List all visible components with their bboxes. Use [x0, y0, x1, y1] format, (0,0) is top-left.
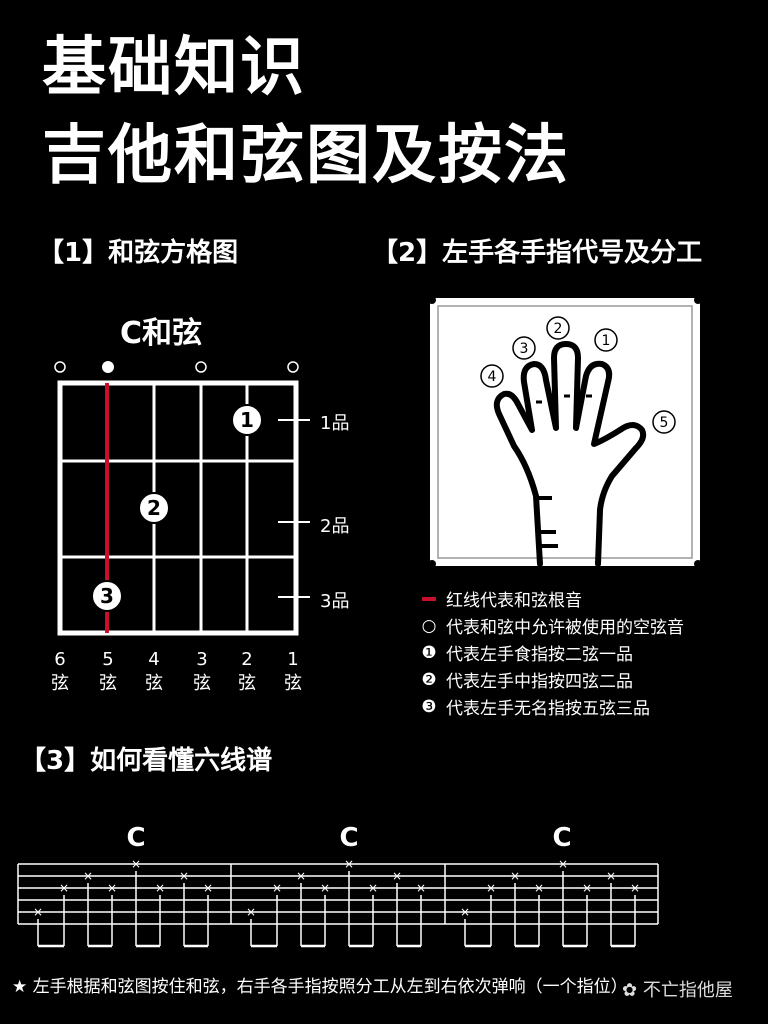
tab-note-mark: × [83, 869, 93, 883]
tab-note-mark: × [392, 869, 402, 883]
string-word-5: 弦 [99, 673, 117, 694]
page-title-line2: 吉他和弦图及按法 [42, 119, 570, 193]
fret-label-1: 1品 [320, 413, 350, 434]
svg-text:5: 5 [660, 415, 669, 431]
wechat-icon: ✿ [622, 980, 638, 1001]
finger-label-3: 3 [512, 336, 536, 360]
svg-text:1: 1 [240, 408, 254, 432]
tab-note-mark: × [486, 881, 496, 895]
tab-note-mark: × [107, 881, 117, 895]
tab-chord-1: C [126, 823, 145, 853]
tablature: C C C × × × × × × × × × × × × × × × × × × × × × × × × [17, 823, 659, 948]
svg-text:3: 3 [100, 584, 114, 608]
chord-diagram: 1 2 3 [54, 361, 310, 636]
tab-note-mark: × [203, 881, 213, 895]
chord-name: C和弦 [120, 316, 203, 351]
svg-text:2: 2 [554, 321, 563, 337]
tab-note-mark: × [606, 869, 616, 883]
finger-label-5: 5 [652, 410, 676, 434]
legend-finger-1: ❶ 代表左手食指按二弦一品 [421, 642, 633, 666]
number-1-icon: ❶ [421, 642, 437, 663]
watermark: ✿ 不亡指他屋 [622, 980, 733, 1001]
tab-note-mark: × [246, 905, 256, 919]
tab-note-mark: × [296, 869, 306, 883]
number-3-icon: ❸ [421, 696, 437, 717]
hand-diagram: 1 2 3 4 5 [428, 296, 702, 568]
tab-note-mark: × [558, 857, 568, 871]
tab-note-mark: × [582, 881, 592, 895]
tab-note-mark: × [59, 881, 69, 895]
tab-note-mark: × [460, 905, 470, 919]
tab-note-mark: × [131, 857, 141, 871]
tab-note-mark: × [416, 881, 426, 895]
open-string-marker-6 [54, 361, 66, 373]
red-line-icon [420, 589, 438, 609]
finger-1-mark: 1 [231, 404, 263, 436]
section-1-heading: 【1】和弦方格图 [38, 238, 239, 268]
tab-note-mark: × [179, 869, 189, 883]
string-word-1: 弦 [284, 673, 302, 694]
finger-label-4: 4 [480, 364, 504, 388]
tab-note-mark: × [368, 881, 378, 895]
fret-label-2: 2品 [320, 516, 350, 537]
number-2-icon: ❷ [421, 669, 437, 690]
tab-note-mark: × [320, 881, 330, 895]
legend-finger-2: ❷ 代表左手中指按四弦二品 [421, 669, 633, 693]
tab-chord-3: C [552, 823, 571, 853]
svg-text:4: 4 [488, 369, 497, 385]
svg-text:1: 1 [602, 333, 611, 349]
string-labels: 6 弦 5 弦 4 弦 3 弦 2 弦 1 弦 [45, 645, 315, 705]
finger-label-2: 2 [546, 316, 570, 340]
tab-note-mark: × [33, 905, 43, 919]
page-title-line1: 基础知识 [42, 31, 306, 105]
finger-label-1: 1 [594, 328, 618, 352]
section-2-heading: 【2】左手各手指代号及分工 [372, 238, 703, 268]
tab-note-mark: × [534, 881, 544, 895]
tab-note-mark: × [344, 857, 354, 871]
footer-note: ★ 左手根据和弦图按住和弦，右手各手指按照分工从左到右依次弹响（一个指位） [12, 977, 628, 997]
open-string-marker-5 [102, 361, 114, 373]
legend-root: 红线代表和弦根音 [420, 586, 582, 611]
string-word-3: 弦 [193, 673, 211, 694]
svg-text:3: 3 [520, 341, 529, 357]
open-string-marker-3 [195, 361, 207, 373]
string-word-4: 弦 [145, 673, 163, 694]
open-string-marker-1 [287, 361, 299, 373]
legend-open-string: ○ 代表和弦中允许被使用的空弦音 [421, 615, 684, 639]
tab-note-mark: × [630, 881, 640, 895]
finger-2-mark: 2 [138, 492, 170, 524]
open-circle-icon: ○ [421, 615, 437, 636]
finger-3-mark: 3 [91, 580, 123, 612]
legend-finger-3: ❸ 代表左手无名指按五弦三品 [421, 696, 650, 720]
string-word-2: 弦 [238, 673, 256, 694]
tab-chord-2: C [339, 823, 358, 853]
tab-note-mark: × [155, 881, 165, 895]
section-3-heading: 【3】如何看懂六线谱 [20, 746, 273, 776]
tab-notes: × × × × × × × × × × × × × × × × × × × × × × × × [33, 857, 640, 948]
fret-label-3: 3品 [320, 591, 350, 612]
tab-note-mark: × [272, 881, 282, 895]
svg-text:2: 2 [147, 496, 161, 520]
string-word-6: 弦 [51, 673, 69, 694]
tab-note-mark: × [510, 869, 520, 883]
